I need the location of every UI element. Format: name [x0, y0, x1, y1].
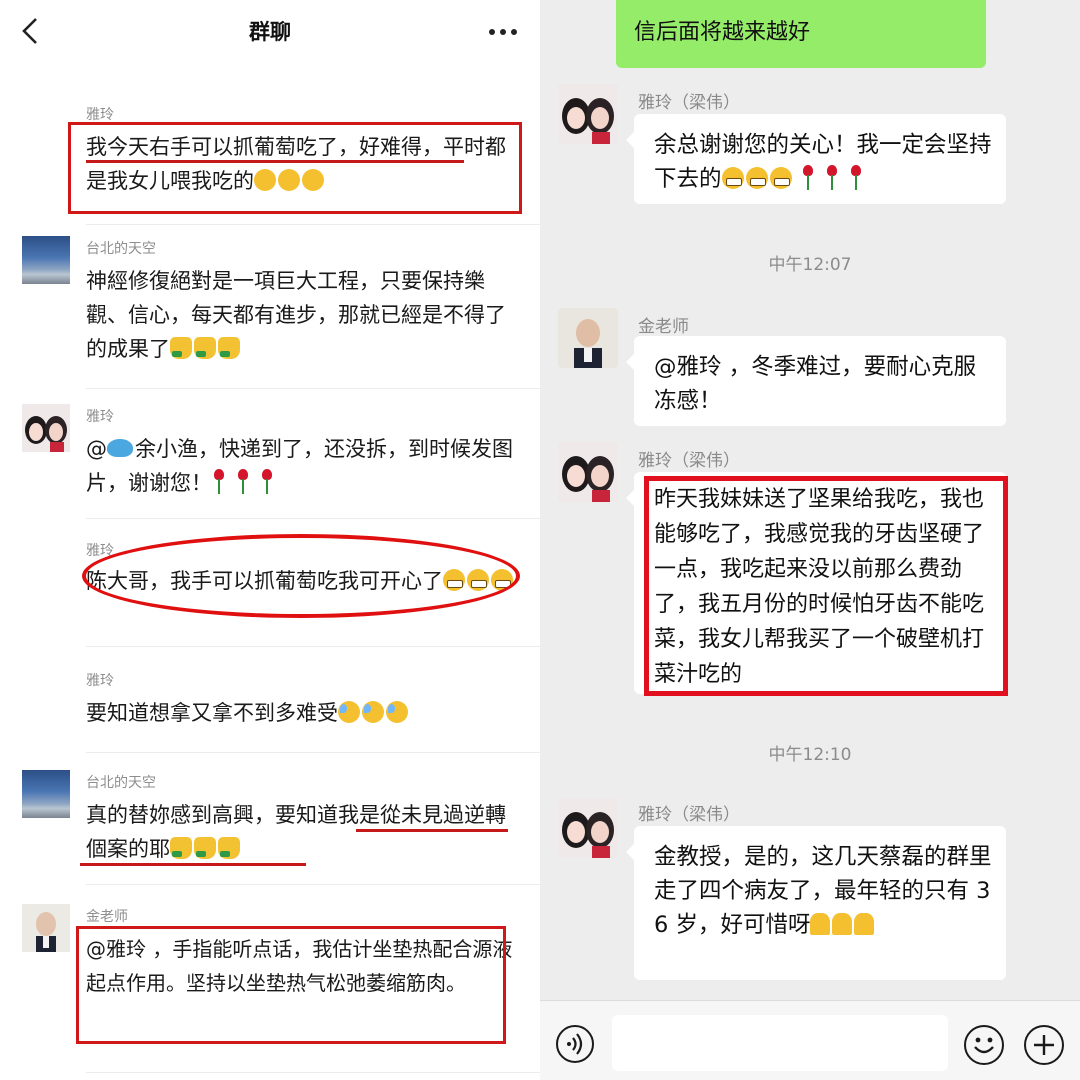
post-author: 台北的天空: [86, 775, 156, 791]
thumbs-up-emoji-icon: [170, 337, 192, 359]
thumbs-up-emoji-icon: [218, 337, 240, 359]
avatar[interactable]: [22, 904, 70, 952]
underline-mark: [80, 863, 306, 866]
emoji-button[interactable]: [964, 1025, 1004, 1065]
sweat-emoji-icon: [338, 701, 360, 723]
thumbs-up-emoji-icon: [170, 837, 192, 859]
thumbs-up-emoji-icon: [194, 337, 216, 359]
sweat-emoji-icon: [386, 701, 408, 723]
chat-header: 群聊: [0, 0, 540, 70]
more-dots-icon: [489, 29, 495, 35]
timestamp: 中午12:07: [768, 255, 852, 275]
voice-input-button[interactable]: [556, 1025, 594, 1063]
girl-avatar-icon: [558, 798, 618, 858]
sent-message-bubble[interactable]: 信后面将越来越好: [616, 0, 986, 68]
post-text[interactable]: 要知道想拿又拿不到多难受: [86, 696, 516, 730]
message-text: 金教授，是的，这几天蔡磊的群里走了四个病友了，最年轻的只有 36 岁，好可惜呀: [654, 844, 992, 938]
avatar[interactable]: [22, 236, 70, 284]
rose-emoji-icon: [236, 469, 250, 495]
sender-name: 雅玲（梁伟）: [638, 93, 740, 113]
rose-emoji-icon: [212, 469, 226, 495]
sender-name: 金老师: [638, 317, 689, 337]
avatar[interactable]: [558, 308, 618, 368]
teacher-avatar-icon: [22, 904, 70, 952]
rose-emoji-icon: [801, 165, 815, 191]
rose-emoji-icon: [825, 165, 839, 191]
message-input[interactable]: [612, 1015, 948, 1071]
grin-emoji-icon: [721, 167, 744, 189]
underline-mark: [356, 829, 508, 832]
message-bubble[interactable]: 金教授，是的，这几天蔡磊的群里走了四个病友了，最年轻的只有 36 岁，好可惜呀: [626, 826, 1006, 980]
timestamp: 中午12:10: [768, 745, 852, 765]
underline-mark: [86, 160, 464, 163]
teacher-avatar-icon: [558, 308, 618, 368]
sender-name: 雅玲（梁伟）: [638, 451, 740, 471]
more-options-button[interactable]: [486, 16, 520, 46]
whale-emoji-icon: [107, 439, 133, 457]
highlight-box: [68, 122, 522, 214]
sweat-emoji-icon: [362, 701, 384, 723]
group-chat-panel: 群聊 雅玲 我今天右手可以抓葡萄吃了，好难得，平时都是我女儿喂我吃的 台北的天空…: [0, 0, 540, 1080]
avatar[interactable]: [558, 84, 618, 144]
highlight-box: [644, 476, 1008, 696]
plus-icon: [1034, 1035, 1054, 1055]
rose-emoji-icon: [260, 469, 274, 495]
girl-avatar-icon: [558, 442, 618, 502]
post-author: 雅玲: [86, 107, 114, 123]
message-bubble[interactable]: @雅玲 ，冬季难过，要耐心克服冻感！: [626, 336, 1006, 426]
thumbs-up-emoji-icon: [194, 837, 216, 859]
thumbs-up-emoji-icon: [218, 837, 240, 859]
avatar[interactable]: [558, 442, 618, 502]
avatar[interactable]: [558, 798, 618, 858]
more-actions-button[interactable]: [1024, 1025, 1064, 1065]
post-text[interactable]: 真的替妳感到高興，要知道我是從未見過逆轉個案的耶: [86, 798, 516, 866]
post-author: 雅玲: [86, 673, 114, 689]
pray-emoji-icon: [854, 913, 875, 935]
pray-emoji-icon: [832, 913, 853, 935]
wechat-chat-panel: 信后面将越来越好 雅玲（梁伟） 余总谢谢您的关心！我一定会坚持下去的 中午12:…: [540, 0, 1080, 1080]
post-author: 雅玲: [86, 409, 114, 425]
post-text[interactable]: 神經修復絕對是一項巨大工程，只要保持樂觀、信心，每天都有進步，那就已經是不得了的…: [86, 264, 516, 366]
grin-emoji-icon: [769, 167, 792, 189]
girl-avatar-icon: [22, 404, 70, 452]
message-text: 余总谢谢您的关心！我一定会坚持下去的: [654, 132, 992, 192]
post-author: 金老师: [86, 909, 128, 925]
message-bubble[interactable]: 余总谢谢您的关心！我一定会坚持下去的: [626, 114, 1006, 204]
post-author: 台北的天空: [86, 241, 156, 257]
avatar[interactable]: [22, 404, 70, 452]
voice-icon: [567, 1033, 583, 1055]
highlight-box: [76, 926, 506, 1044]
grin-emoji-icon: [745, 167, 768, 189]
highlight-circle: [82, 534, 520, 618]
sent-message-text: 信后面将越来越好: [634, 20, 811, 45]
sender-name: 雅玲（梁伟）: [638, 805, 740, 825]
post-text[interactable]: @ 余小渔，快递到了，还没拆，到时候发图片，谢谢您！: [86, 432, 516, 500]
message-text: @雅玲 ，冬季难过，要耐心克服冻感！: [654, 354, 977, 414]
chat-title: 群聊: [249, 20, 291, 44]
message-input-bar: [540, 1000, 1080, 1080]
girl-avatar-icon: [558, 84, 618, 144]
smiley-icon: [974, 1037, 994, 1054]
avatar[interactable]: [22, 770, 70, 818]
pray-emoji-icon: [810, 913, 831, 935]
rose-emoji-icon: [849, 165, 863, 191]
